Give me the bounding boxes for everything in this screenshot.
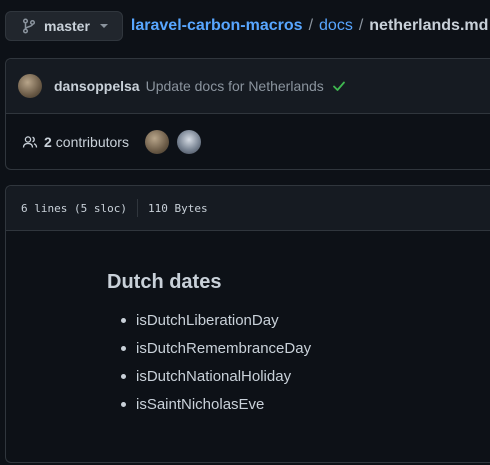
breadcrumb-file-name: netherlands.md: [369, 17, 489, 34]
check-icon[interactable]: [332, 79, 346, 93]
list-item: isSaintNicholasEve: [107, 390, 490, 418]
git-branch-icon: [22, 18, 36, 34]
divider: [136, 199, 138, 217]
list-item-text: isDutchNationalHoliday: [136, 367, 292, 385]
avatar[interactable]: [176, 130, 201, 154]
avatar[interactable]: [18, 74, 42, 98]
contributors-row: 2 contributors: [6, 114, 490, 170]
markdown-list: isDutchLiberationDay isDutchRemembranceD…: [107, 306, 490, 418]
list-item-text: isSaintNicholasEve: [136, 395, 265, 413]
markdown-heading: Dutch dates: [107, 271, 222, 293]
latest-commit-row: dansoppelsa Update docs for Netherlands: [6, 59, 490, 114]
breadcrumb-docs-link[interactable]: docs: [319, 17, 353, 35]
list-item: isDutchNationalHoliday: [107, 362, 490, 390]
avatar[interactable]: [144, 130, 169, 154]
branch-name: master: [44, 18, 90, 34]
breadcrumb-separator: /: [308, 17, 314, 34]
contributors-count[interactable]: 2: [44, 134, 52, 150]
bullet-icon: [121, 373, 126, 379]
contributor-avatars: [144, 130, 201, 154]
breadcrumb-separator: /: [358, 17, 364, 34]
list-item-text: isDutchRemembranceDay: [136, 339, 312, 357]
markdown-body: Dutch dates isDutchLiberationDay isDutch…: [6, 231, 490, 418]
latest-commit-box: dansoppelsa Update docs for Netherlands …: [5, 58, 490, 170]
list-item-text: isDutchLiberationDay: [136, 311, 279, 329]
file-viewer: 6 lines (5 sloc) 110 Bytes Dutch dates i…: [5, 185, 490, 463]
list-item: isDutchLiberationDay: [107, 306, 490, 334]
caret-down-icon: [99, 24, 108, 28]
commit-message-link[interactable]: Update docs for Netherlands: [146, 78, 324, 94]
breadcrumb: laravel-carbon-macros / docs / netherlan…: [131, 17, 488, 35]
file-nav-bar: master laravel-carbon-macros / docs / ne…: [5, 10, 488, 42]
commit-author-link[interactable]: dansoppelsa: [54, 78, 140, 94]
file-size: 110 Bytes: [147, 201, 208, 215]
bullet-icon: [121, 401, 126, 407]
bullet-icon: [121, 345, 126, 351]
bullet-icon: [121, 317, 126, 323]
contributors-label[interactable]: contributors: [56, 134, 129, 150]
file-lines-count: 6 lines (5 sloc): [21, 201, 127, 215]
branch-select-button[interactable]: master: [5, 11, 123, 41]
breadcrumb-repo-link[interactable]: laravel-carbon-macros: [131, 17, 303, 35]
file-info-bar: 6 lines (5 sloc) 110 Bytes: [6, 186, 490, 231]
people-icon: [22, 136, 38, 148]
list-item: isDutchRemembranceDay: [107, 334, 490, 362]
